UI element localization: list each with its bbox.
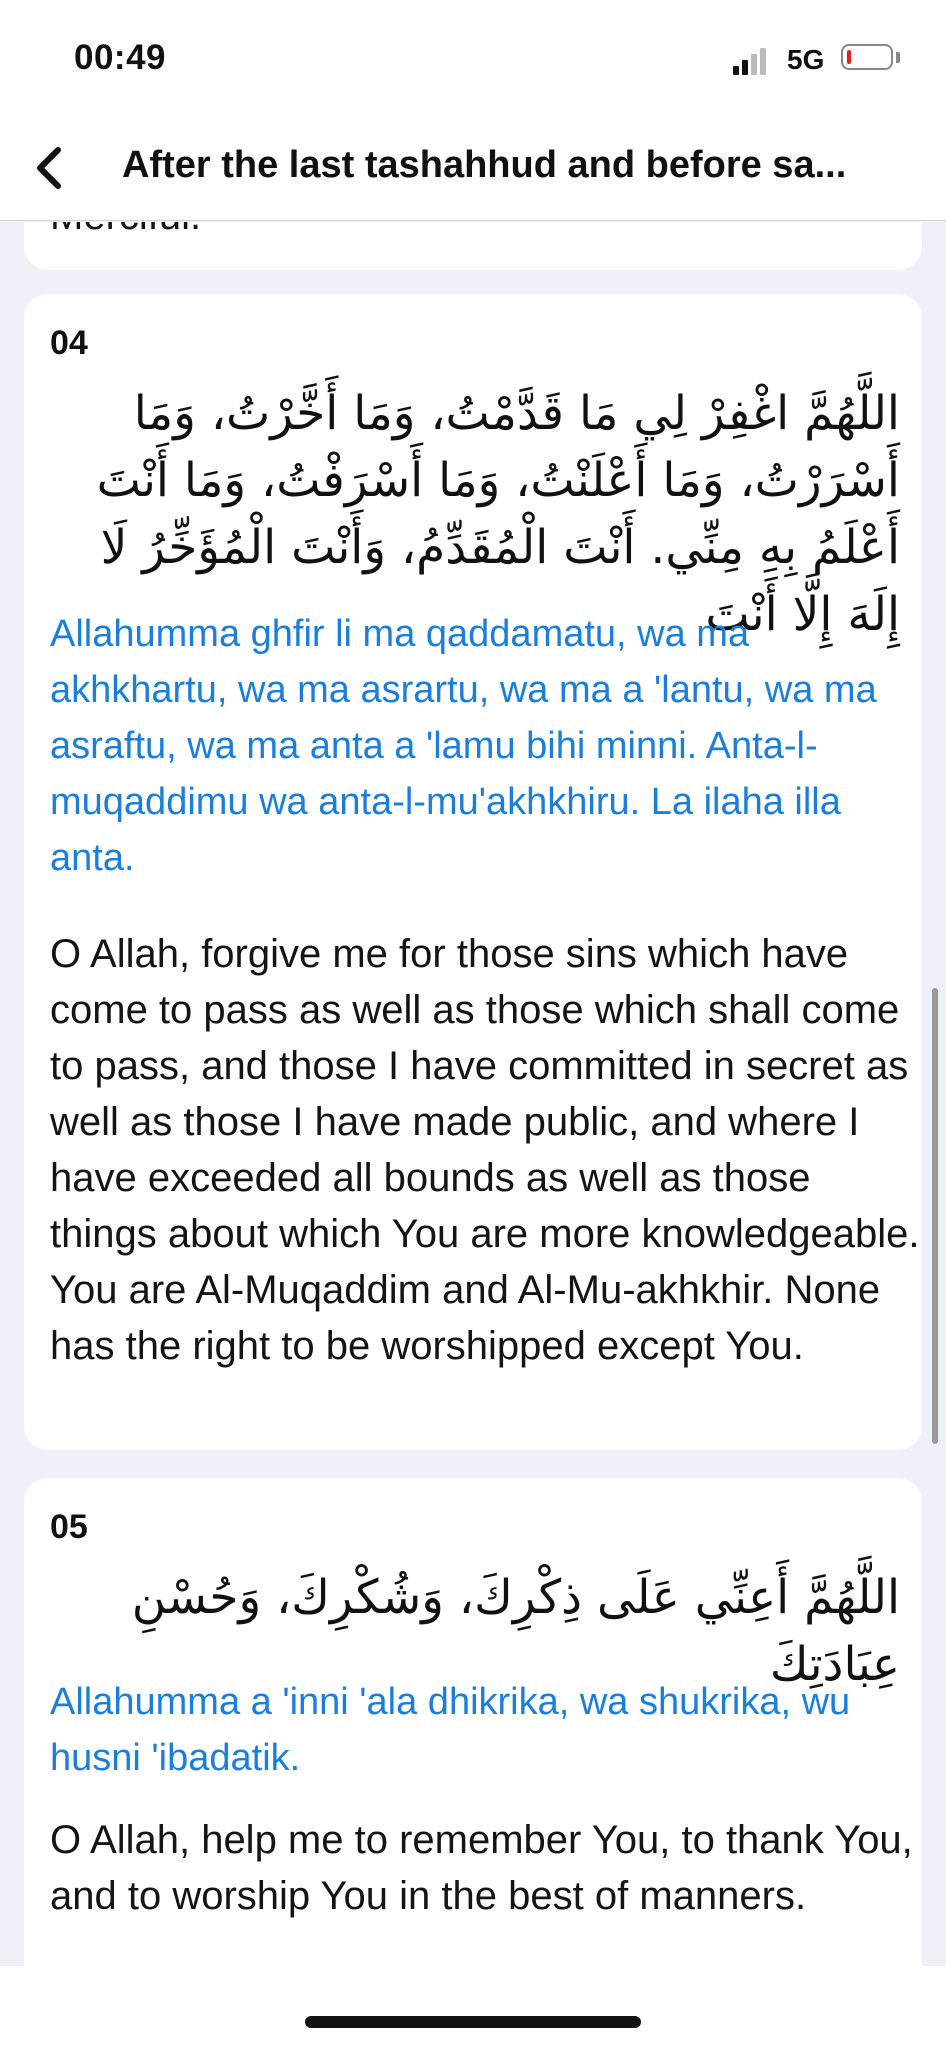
dua-number: 05 (50, 1508, 88, 1546)
status-bar: 00:49 5G (0, 0, 946, 120)
dua-list[interactable]: Merciful. 04 اللَّهُمَّ اغْفِرْ لِي مَا … (0, 222, 946, 1967)
dua-card-previous: Merciful. (24, 222, 922, 270)
translation-text: Merciful. (50, 222, 201, 239)
signal-icon (733, 47, 766, 75)
bottom-safe-area (0, 1966, 946, 2048)
battery-level (847, 50, 851, 64)
dua-number: 04 (50, 324, 88, 362)
transliteration-text: Allahumma ghfir li ma qaddamatu, wa ma a… (50, 613, 877, 879)
transliteration-text: Allahumma a 'inni 'ala dhikrika, wa shuk… (50, 1681, 851, 1779)
navigation-bar: After the last tashahhud and before sa..… (0, 120, 946, 221)
page-title: After the last tashahhud and before sa..… (122, 144, 847, 186)
home-indicator[interactable] (305, 2016, 641, 2028)
scrollbar[interactable] (932, 988, 938, 1444)
translation-text: O Allah, help me to remember You, to tha… (50, 1818, 913, 1918)
status-time: 00:49 (74, 38, 167, 77)
translation-text: O Allah, forgive me for those sins which… (50, 932, 920, 1368)
network-type: 5G (787, 44, 825, 75)
dua-card: 04 اللَّهُمَّ اغْفِرْ لِي مَا قَدَّمْتُ،… (24, 294, 922, 1450)
dua-card: 05 اللَّهُمَّ أَعِنِّي عَلَى ذِكْرِكَ، و… (24, 1478, 922, 1967)
back-chevron-icon[interactable] (24, 138, 84, 198)
battery-tip (896, 52, 900, 63)
battery-icon (841, 44, 893, 70)
